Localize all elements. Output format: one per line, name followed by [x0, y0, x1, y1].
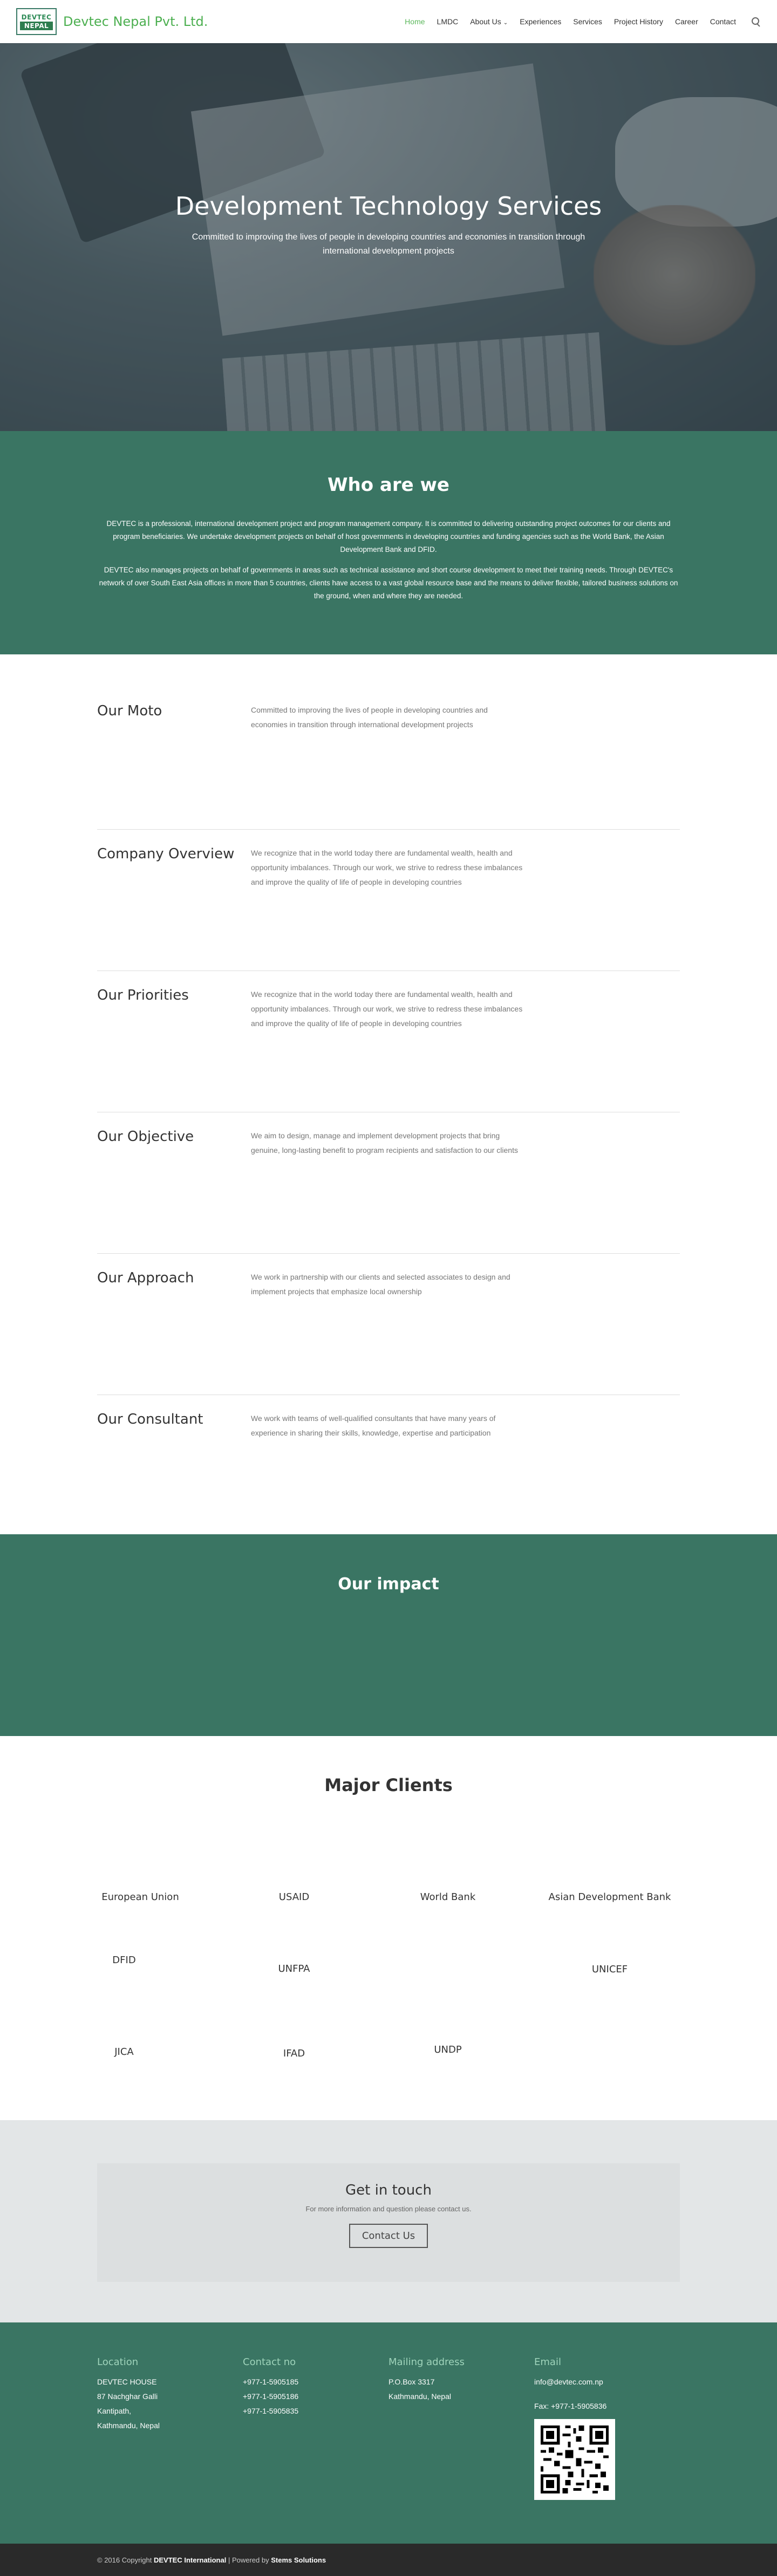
client-item: USAID	[278, 1891, 310, 1903]
chevron-down-icon: ⌄	[503, 20, 508, 26]
clients-section: Major Clients European Union USAID World…	[0, 1736, 777, 2120]
clients-grid: European Union USAID World Bank Asian De…	[86, 1892, 691, 2097]
company-name: DEVTEC International	[153, 2555, 227, 2564]
row-title: Our Objective	[97, 1129, 194, 1145]
nav-about-us[interactable]: About Us ⌄	[470, 17, 508, 26]
row-text: We recognize that in the world today the…	[251, 849, 523, 886]
footer-line: Kantipath,	[97, 2407, 132, 2415]
nav-home[interactable]: Home	[405, 17, 425, 26]
footer-line: P.O.Box 3317	[388, 2377, 435, 2386]
phone-number[interactable]: +977-1-5905186	[243, 2389, 388, 2404]
email-link[interactable]: info@devtec.com.np	[534, 2375, 680, 2389]
nav-contact[interactable]: Contact	[710, 17, 736, 26]
row-text: We work with teams of well-qualified con…	[251, 1414, 496, 1437]
logo-text-bottom: NEPAL	[19, 21, 53, 30]
footer-line: Kathmandu, Nepal	[97, 2421, 160, 2430]
footer-heading: Mailing address	[388, 2356, 465, 2368]
powered-by-link[interactable]: Stems Solutions	[271, 2556, 326, 2564]
nav-career[interactable]: Career	[675, 17, 698, 26]
row-title: Company Overview	[97, 846, 235, 862]
search-icon[interactable]	[751, 17, 761, 26]
row-objective: Our Objective We aim to design, manage a…	[97, 1112, 680, 1254]
nav-lmdc[interactable]: LMDC	[437, 17, 459, 26]
copyright-bar: © 2016 Copyright DEVTEC International | …	[0, 2544, 777, 2576]
footer-location: Location DEVTEC HOUSE 87 Nachghar Galli …	[97, 2355, 243, 2500]
about-rows: Our Moto Committed to improving the live…	[0, 654, 777, 1534]
site-logo[interactable]: DEVTEC NEPAL	[16, 8, 57, 35]
row-priorities: Our Priorities We recognize that in the …	[97, 971, 680, 1112]
row-company-overview: Company Overview We recognize that in th…	[97, 830, 680, 971]
phone-number[interactable]: +977-1-5905185	[243, 2375, 388, 2389]
hero-title: Development Technology Services	[175, 192, 602, 221]
who-paragraph-1: DEVTEC is a professional, international …	[106, 520, 671, 554]
row-title: Our Consultant	[97, 1411, 203, 1427]
main-nav: Home LMDC About Us ⌄ Experiences Services…	[405, 17, 761, 26]
client-item: DFID	[112, 1955, 136, 1966]
get-in-touch-section: Get in touch For more information and qu…	[0, 2120, 777, 2322]
footer-heading: Contact no	[243, 2356, 296, 2368]
brand-name[interactable]: Devtec Nepal Pvt. Ltd.	[63, 14, 208, 29]
row-title: Our Moto	[97, 703, 162, 719]
row-title: Our Approach	[97, 1270, 194, 1286]
row-title: Our Priorities	[97, 987, 189, 1003]
footer-heading: Email	[534, 2356, 561, 2368]
row-text: We aim to design, manage and implement d…	[251, 1131, 518, 1154]
qr-code-image	[541, 2425, 609, 2493]
footer-heading: Location	[97, 2356, 139, 2368]
fax-number: Fax: +977-1-5905836	[534, 2402, 607, 2410]
contact-us-button[interactable]: Contact Us	[349, 2224, 428, 2248]
footer-mailing: Mailing address P.O.Box 3317 Kathmandu, …	[388, 2355, 534, 2500]
section-title: Our impact	[338, 1575, 439, 1594]
qr-code	[534, 2419, 615, 2500]
who-paragraph-2: DEVTEC also manages projects on behalf o…	[99, 566, 678, 600]
hero-banner: Development Technology Services Committe…	[0, 43, 777, 431]
nav-project-history[interactable]: Project History	[614, 17, 663, 26]
client-item: Asian Development Bank	[548, 1891, 671, 1903]
row-consultant: Our Consultant We work with teams of wel…	[97, 1395, 680, 1534]
section-title: Major Clients	[324, 1775, 453, 1795]
nav-experiences[interactable]: Experiences	[520, 17, 561, 26]
site-footer: Location DEVTEC HOUSE 87 Nachghar Galli …	[0, 2322, 777, 2544]
powered-by-text: | Powered by	[228, 2555, 269, 2564]
logo-text-top: DEVTEC	[21, 13, 52, 21]
nav-about-us-label: About Us	[470, 17, 501, 26]
footer-email: Email info@devtec.com.np Fax: +977-1-590…	[534, 2355, 680, 2500]
hero-subtitle: Committed to improving the lives of peop…	[192, 233, 585, 256]
section-title: Get in touch	[345, 2182, 432, 2198]
client-item: UNDP	[434, 2044, 462, 2055]
client-item: UNICEF	[591, 1964, 628, 1975]
row-text: We work in partnership with our clients …	[251, 1273, 510, 1296]
site-header: DEVTEC NEPAL Devtec Nepal Pvt. Ltd. Home…	[0, 0, 777, 43]
contact-box: Get in touch For more information and qu…	[97, 2163, 680, 2282]
row-text: We recognize that in the world today the…	[251, 990, 523, 1028]
row-text: Committed to improving the lives of peop…	[251, 706, 488, 729]
client-item: World Bank	[420, 1891, 476, 1903]
footer-line: DEVTEC HOUSE	[97, 2377, 157, 2386]
client-item: IFAD	[283, 2048, 305, 2059]
footer-contact: Contact no +977-1-5905185 +977-1-5905186…	[243, 2355, 388, 2500]
client-item: JICA	[114, 2046, 134, 2058]
row-moto: Our Moto Committed to improving the live…	[97, 687, 680, 830]
row-approach: Our Approach We work in partnership with…	[97, 1254, 680, 1395]
who-are-we-section: Who are we DEVTEC is a professional, int…	[0, 431, 777, 654]
footer-line: Kathmandu, Nepal	[388, 2392, 451, 2401]
impact-section: Our impact	[0, 1534, 777, 1736]
client-item: European Union	[101, 1891, 179, 1903]
section-title: Who are we	[328, 474, 449, 496]
client-item: UNFPA	[278, 1963, 310, 1974]
phone-number[interactable]: +977-1-5905835	[243, 2404, 388, 2418]
nav-services[interactable]: Services	[573, 17, 602, 26]
footer-line: 87 Nachghar Galli	[97, 2392, 158, 2401]
contact-description: For more information and question please…	[305, 2205, 472, 2213]
copyright-text: © 2016 Copyright	[97, 2555, 152, 2564]
